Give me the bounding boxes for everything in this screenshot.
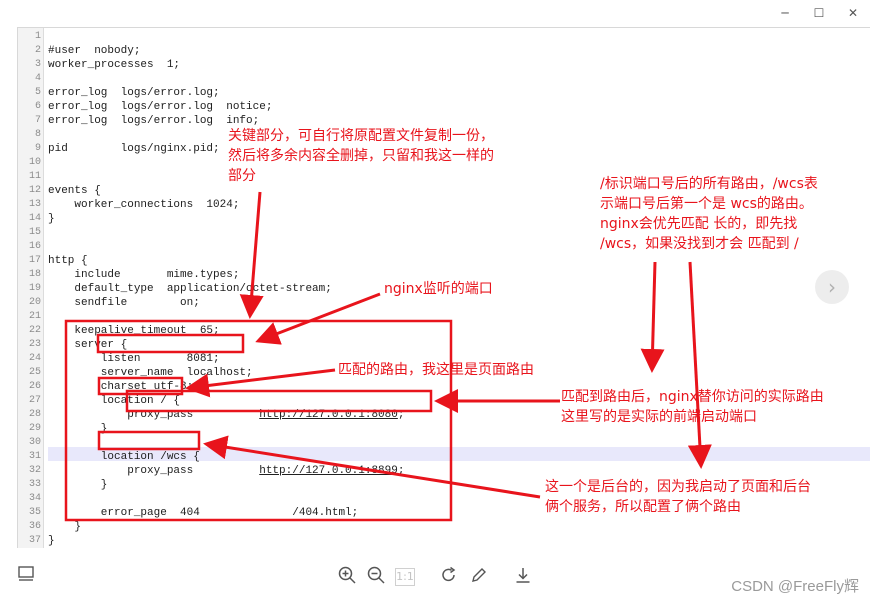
pencil-icon[interactable] (468, 565, 490, 587)
annotation-matched-route: 匹配的路由，我这里是页面路由 (338, 362, 534, 378)
chevron-right-icon: › (828, 275, 836, 299)
arrow-slash-wcs (687, 261, 712, 469)
watermark: CSDN @FreeFly辉 (731, 578, 859, 595)
download-icon[interactable] (512, 565, 534, 587)
rotate-icon[interactable] (438, 565, 460, 587)
listen-box (96, 333, 245, 354)
annotation-backend: 这一个是后台的，因为我启动了页面和后台 俩个服务，所以配置了俩个路由 (545, 479, 811, 515)
arrow-listen (255, 292, 381, 345)
arrow-location-root (185, 368, 336, 398)
annotation-key-part: 关键部分，可自行将原配置文件复制一份， 然后将多余内容全删掉，只留和我这一样的 … (228, 128, 494, 184)
sidebar-layout-icon[interactable] (15, 565, 37, 587)
annotation-nginx-port: nginx监听的端口 (384, 281, 493, 297)
arrow-location-wcs (203, 435, 541, 499)
next-image-button[interactable]: › (815, 270, 849, 304)
annotation-slash-note: /标识端口号后的所有路由，/wcs表 示端口号后第一个是 wcs的路由。 ngi… (600, 176, 818, 252)
annotation-actual-route: 匹配到路由后，nginx替你访问的实际路由 这里写的是实际的前端启动端口 (561, 389, 824, 425)
arrow-key-part (239, 191, 264, 319)
zoom-out-icon[interactable] (365, 565, 387, 587)
actual-size-button[interactable]: 1:1 (395, 568, 415, 586)
arrow-slash-root (640, 261, 665, 373)
location-wcs-box (97, 430, 201, 451)
zoom-in-icon[interactable] (336, 565, 358, 587)
